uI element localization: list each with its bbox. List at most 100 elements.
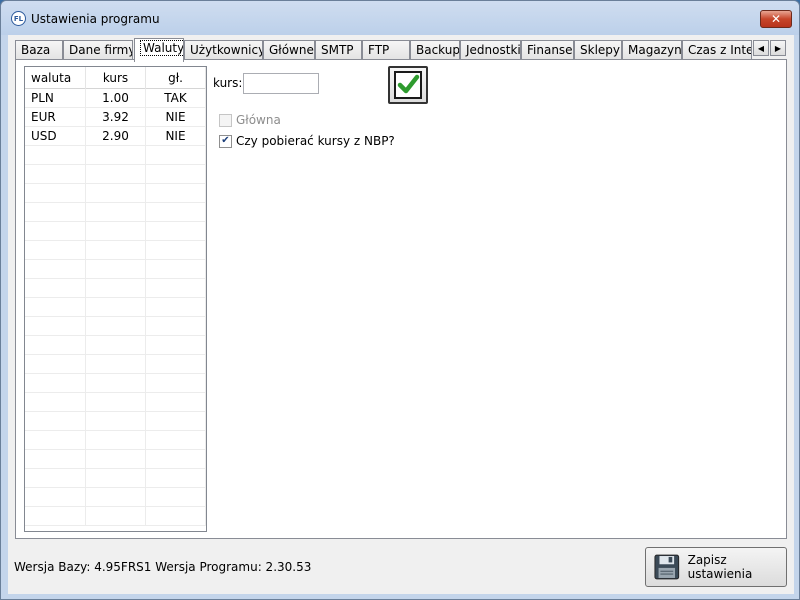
empty-table-row	[25, 431, 206, 450]
cell-rate: 1.00	[86, 89, 146, 108]
title-bar[interactable]: FL Ustawienia programu ✕	[1, 1, 799, 35]
floppy-disk-icon	[654, 554, 680, 580]
empty-rows	[25, 146, 206, 526]
empty-cell	[146, 146, 206, 165]
tab-czas-z-internetu[interactable]: Czas z Intern	[682, 40, 752, 60]
version-info: Wersja Bazy: 4.95FRS1 Wersja Programu: 2…	[14, 560, 312, 574]
tab-label: Jednostki	[466, 43, 521, 57]
tab-dane-firmy[interactable]: Dane firmy	[63, 40, 133, 60]
tab-label: Dane firmy	[69, 43, 133, 57]
tab-ftp[interactable]: FTP	[362, 40, 410, 60]
save-settings-button[interactable]: Zapisz ustawienia	[645, 547, 787, 587]
window-client-area: Baza Dane firmy Waluty Użytkownicy Główn…	[8, 35, 794, 594]
empty-cell	[146, 374, 206, 393]
empty-cell	[86, 260, 146, 279]
empty-cell	[86, 146, 146, 165]
empty-cell	[146, 222, 206, 241]
empty-cell	[86, 469, 146, 488]
empty-table-row	[25, 450, 206, 469]
nbp-rates-checkbox-label[interactable]: Czy pobierać kursy z NBP?	[236, 134, 395, 148]
table-row[interactable]: PLN 1.00 TAK	[25, 89, 206, 108]
empty-cell	[86, 412, 146, 431]
empty-cell	[86, 488, 146, 507]
empty-cell	[146, 165, 206, 184]
empty-cell	[146, 336, 206, 355]
close-icon: ✕	[770, 12, 782, 26]
tab-label: Użytkownicy	[190, 43, 263, 57]
empty-cell	[25, 355, 86, 374]
kurs-label: kurs:	[213, 76, 243, 90]
empty-cell	[25, 507, 86, 526]
cell-currency: USD	[25, 127, 86, 146]
currency-grid[interactable]: waluta kurs gł. PLN 1.00 TAK EUR 3.92 NI…	[24, 66, 207, 532]
tab-label: Główne	[269, 43, 314, 57]
main-currency-checkbox-label: Główna	[236, 113, 281, 127]
empty-cell	[146, 298, 206, 317]
close-button[interactable]: ✕	[760, 10, 792, 28]
empty-cell	[25, 393, 86, 412]
empty-cell	[86, 279, 146, 298]
nbp-rates-checkbox[interactable]: ✔	[219, 134, 232, 148]
empty-cell	[25, 488, 86, 507]
column-header-glowna[interactable]: gł.	[146, 67, 206, 89]
table-row[interactable]: EUR 3.92 NIE	[25, 108, 206, 127]
tab-label: Backup	[416, 43, 460, 57]
empty-cell	[25, 222, 86, 241]
main-currency-checkbox-row: Główna	[219, 112, 281, 128]
tab-magazyn[interactable]: Magazyn	[622, 40, 682, 60]
empty-cell	[86, 507, 146, 526]
empty-cell	[25, 450, 86, 469]
cell-rate: 2.90	[86, 127, 146, 146]
empty-cell	[146, 507, 206, 526]
tab-backup[interactable]: Backup	[410, 40, 460, 60]
window-title: Ustawienia programu	[31, 12, 160, 26]
tab-scroll-right-button[interactable]: ▶	[770, 40, 786, 56]
tab-label: Waluty	[140, 40, 183, 56]
main-currency-checkbox[interactable]	[219, 113, 232, 127]
empty-cell	[86, 298, 146, 317]
empty-table-row	[25, 469, 206, 488]
tab-finanse[interactable]: Finanse	[521, 40, 574, 60]
tab-label: SMTP	[321, 43, 354, 57]
empty-table-row	[25, 393, 206, 412]
empty-table-row	[25, 260, 206, 279]
tab-waluty[interactable]: Waluty	[134, 38, 184, 62]
tab-smtp[interactable]: SMTP	[315, 40, 362, 60]
empty-cell	[146, 469, 206, 488]
tab-label: Magazyn	[628, 43, 682, 57]
empty-cell	[146, 317, 206, 336]
empty-cell	[86, 374, 146, 393]
tab-baza[interactable]: Baza	[15, 40, 63, 60]
empty-cell	[25, 165, 86, 184]
empty-cell	[25, 279, 86, 298]
tab-jednostki[interactable]: Jednostki	[460, 40, 521, 60]
tab-glowne[interactable]: Główne	[263, 40, 315, 60]
kurs-input[interactable]	[243, 73, 319, 94]
empty-table-row	[25, 488, 206, 507]
empty-cell	[146, 412, 206, 431]
cell-main: TAK	[146, 89, 206, 108]
column-header-kurs[interactable]: kurs	[86, 67, 146, 89]
cell-currency: PLN	[25, 89, 86, 108]
cell-rate: 3.92	[86, 108, 146, 127]
empty-table-row	[25, 241, 206, 260]
empty-cell	[25, 260, 86, 279]
empty-cell	[86, 450, 146, 469]
empty-cell	[25, 184, 86, 203]
table-row[interactable]: USD 2.90 NIE	[25, 127, 206, 146]
empty-table-row	[25, 184, 206, 203]
nbp-rates-checkbox-row: ✔ Czy pobierać kursy z NBP?	[219, 133, 395, 149]
column-header-waluta[interactable]: waluta	[25, 67, 86, 89]
empty-table-row	[25, 165, 206, 184]
checkmark-icon	[394, 71, 422, 99]
tab-sklepy[interactable]: Sklepy	[574, 40, 622, 60]
empty-cell	[25, 203, 86, 222]
tab-strip: Baza Dane firmy Waluty Użytkownicy Główn…	[15, 38, 795, 62]
empty-table-row	[25, 336, 206, 355]
empty-cell	[146, 355, 206, 374]
empty-table-row	[25, 146, 206, 165]
tab-scroll-left-button[interactable]: ◀	[753, 40, 769, 56]
empty-cell	[146, 450, 206, 469]
apply-rate-button[interactable]	[388, 66, 428, 104]
tab-uzytkownicy[interactable]: Użytkownicy	[184, 40, 263, 60]
